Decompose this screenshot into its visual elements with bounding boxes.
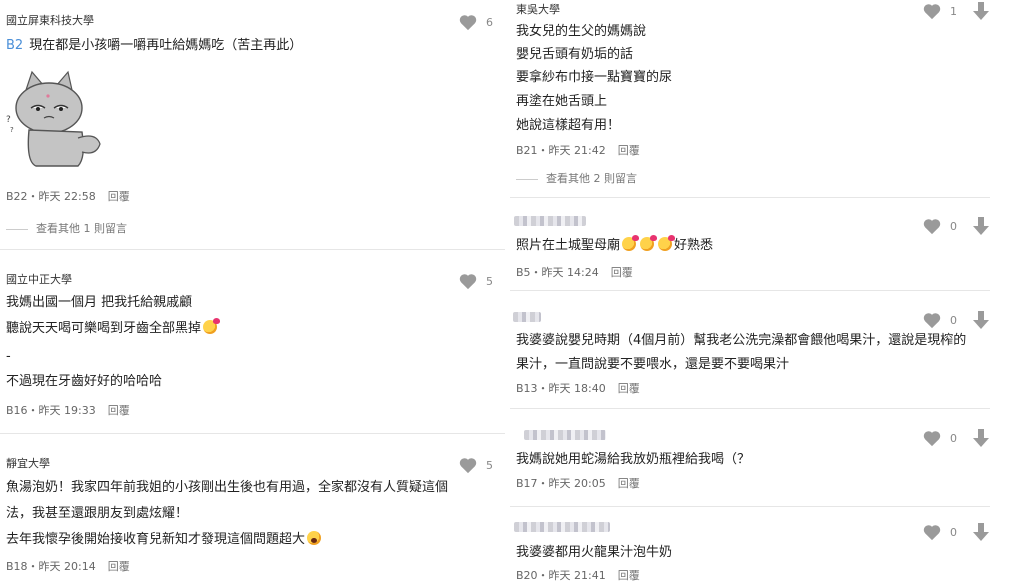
comment-timestamp: B13・昨天 18:40 [516,382,606,395]
comment-item: 國立屏東科技大學 6 B2 現在都是小孩嚼一嚼再吐給媽媽吃（苦主再此） ? ? B… [0,0,505,250]
like-button[interactable]: 0 [922,311,989,329]
svg-text:?: ? [6,115,11,125]
comment-text: 她說這樣超有用！ [516,118,621,133]
downvote-arrow-icon[interactable] [973,523,989,541]
like-button[interactable]: 5 [458,272,493,290]
like-button[interactable]: 0 [922,523,989,541]
comment-timestamp: B22・昨天 22:58 [6,190,96,203]
heart-eyes-emoji-icon [640,235,658,251]
view-more-replies[interactable]: 查看其他 1 則留言 [6,220,127,236]
comment-text: 要拿紗布巾接一點寶寶的尿 [516,70,673,85]
comment-timestamp: B18・昨天 20:14 [6,560,96,573]
downvote-arrow-icon[interactable] [973,2,989,20]
blurred-username [514,216,586,226]
comment-timestamp: B5・昨天 14:24 [516,266,599,279]
comment-text: 果汁，一直問說要不要喂水，還是要不要喝果汁 [516,357,790,372]
comment-item: 0 照片在土城聖母廟 好熟悉 B5・昨天 14:24 回覆 [510,198,1024,291]
heart-icon [459,15,477,31]
gray-cat-sticker: ? ? [6,70,101,167]
commenter-school: 靜宜大學 [6,457,50,470]
downvote-arrow-icon[interactable] [973,429,989,447]
comment-timestamp: B21・昨天 21:42 [516,144,606,157]
heart-eyes-emoji-icon [658,235,676,251]
blurred-username [524,430,606,440]
like-count: 5 [486,274,493,288]
like-button[interactable]: 0 [922,217,989,235]
comment-meta: B17・昨天 20:05 回覆 [516,475,640,491]
commenter-school: 國立屏東科技大學 [6,14,94,27]
comment-text: B2 現在都是小孩嚼一嚼再吐給媽媽吃（苦主再此） [6,38,303,53]
like-button[interactable]: 5 [458,456,493,474]
comment-text: 我媽說她用蛇湯給我放奶瓶裡給我喝（？ [516,452,751,467]
heart-eyes-emoji-icon [622,235,640,251]
comment-text: 我媽出國一個月 把我托給親戚顧 [6,295,193,310]
comment-text: 照片在土城聖母廟 好熟悉 [516,235,714,253]
heart-icon [923,219,941,235]
blurred-username [514,522,610,532]
comment-meta: B20・昨天 21:41 回覆 [516,567,640,583]
comment-text: 去年我懷孕後開始接收育兒新知才發現這個問題超大 [6,529,323,551]
comment-text: 我女兒的生父的媽媽說 [516,24,647,39]
comment-timestamp: B17・昨天 20:05 [516,477,606,490]
like-count: 5 [486,458,493,472]
comment-meta: B13・昨天 18:40 回覆 [516,380,640,396]
reply-button[interactable]: 回覆 [618,477,640,490]
comment-text: 魚湯泡奶！我家四年前我姐的小孩剛出生後也有用過，全家都沒有人質疑這個 [6,480,449,495]
comment-text: 聽說天天喝可樂喝到牙齒全部黑掉 [6,318,221,340]
downvote-arrow-icon[interactable] [973,311,989,329]
like-count: 0 [950,431,957,445]
downvote-arrow-icon[interactable] [973,217,989,235]
commenter-school: 國立中正大學 [6,273,72,286]
comment-text: 不過現在牙齒好好的哈哈哈 [6,374,163,389]
view-more-replies[interactable]: 查看其他 2 則留言 [516,170,637,186]
screaming-face-emoji-icon [307,531,322,545]
reply-button[interactable]: 回覆 [108,560,130,573]
comment-item: 國立中正大學 5 我媽出國一個月 把我托給親戚顧 聽說天天喝可樂喝到牙齒全部黑掉… [0,250,505,434]
floor-tag[interactable]: B2 [6,38,23,53]
reply-button[interactable]: 回覆 [108,404,130,417]
comment-item: 0 我媽說她用蛇湯給我放奶瓶裡給我喝（？ B17・昨天 20:05 回覆 [510,409,1024,507]
comment-item: 0 我婆婆說嬰兒時期（4個月前）幫我老公洗完澡都會餵他喝果汁，還說是現榨的 果汁… [510,291,1024,409]
like-count: 0 [950,525,957,539]
like-button[interactable]: 0 [922,429,989,447]
comment-item: 靜宜大學 5 魚湯泡奶！我家四年前我姐的小孩剛出生後也有用過，全家都沒有人質疑這… [0,434,505,576]
comment-meta: B21・昨天 21:42 回覆 [516,142,640,158]
comment-item: 東吳大學 1 我女兒的生父的媽媽說 嬰兒舌頭有奶垢的話 要拿紗布巾接一點寶寶的尿… [510,0,1024,198]
reply-button[interactable]: 回覆 [611,266,633,279]
comment-text: 法，我甚至還跟朋友到處炫耀！ [6,506,189,521]
like-count: 0 [950,219,957,233]
reply-button[interactable]: 回覆 [618,144,640,157]
commenter-school: 東吳大學 [516,3,560,16]
comment-text: 再塗在她舌頭上 [516,94,608,109]
comment-text: 嬰兒舌頭有奶垢的話 [516,47,634,62]
heart-icon [923,4,941,20]
heart-icon [923,525,941,541]
comment-meta: B22・昨天 22:58 回覆 [6,188,130,204]
like-count: 6 [486,15,493,29]
like-button[interactable]: 1 [922,2,989,20]
like-count: 0 [950,313,957,327]
like-button[interactable]: 6 [458,13,493,31]
comment-meta: B18・昨天 20:14 回覆 [6,558,130,574]
comment-timestamp: B16・昨天 19:33 [6,404,96,417]
reply-button[interactable]: 回覆 [618,382,640,395]
heart-icon [459,458,477,474]
comment-meta: B16・昨天 19:33 回覆 [6,402,130,418]
heart-eyes-emoji-icon [203,318,221,334]
comment-item: 0 我婆婆都用火龍果汁泡牛奶 B20・昨天 21:41 回覆 [510,507,1024,582]
svg-text:?: ? [10,126,14,134]
blurred-username [513,312,541,322]
comment-text: - [6,349,11,364]
comment-text: 我婆婆都用火龍果汁泡牛奶 [516,545,673,560]
heart-icon [923,431,941,447]
like-count: 1 [950,4,957,18]
heart-icon [459,274,477,290]
heart-icon [923,313,941,329]
comment-text: 我婆婆說嬰兒時期（4個月前）幫我老公洗完澡都會餵他喝果汁，還說是現榨的 [516,333,967,348]
comment-meta: B5・昨天 14:24 回覆 [516,264,633,280]
reply-button[interactable]: 回覆 [108,190,130,203]
